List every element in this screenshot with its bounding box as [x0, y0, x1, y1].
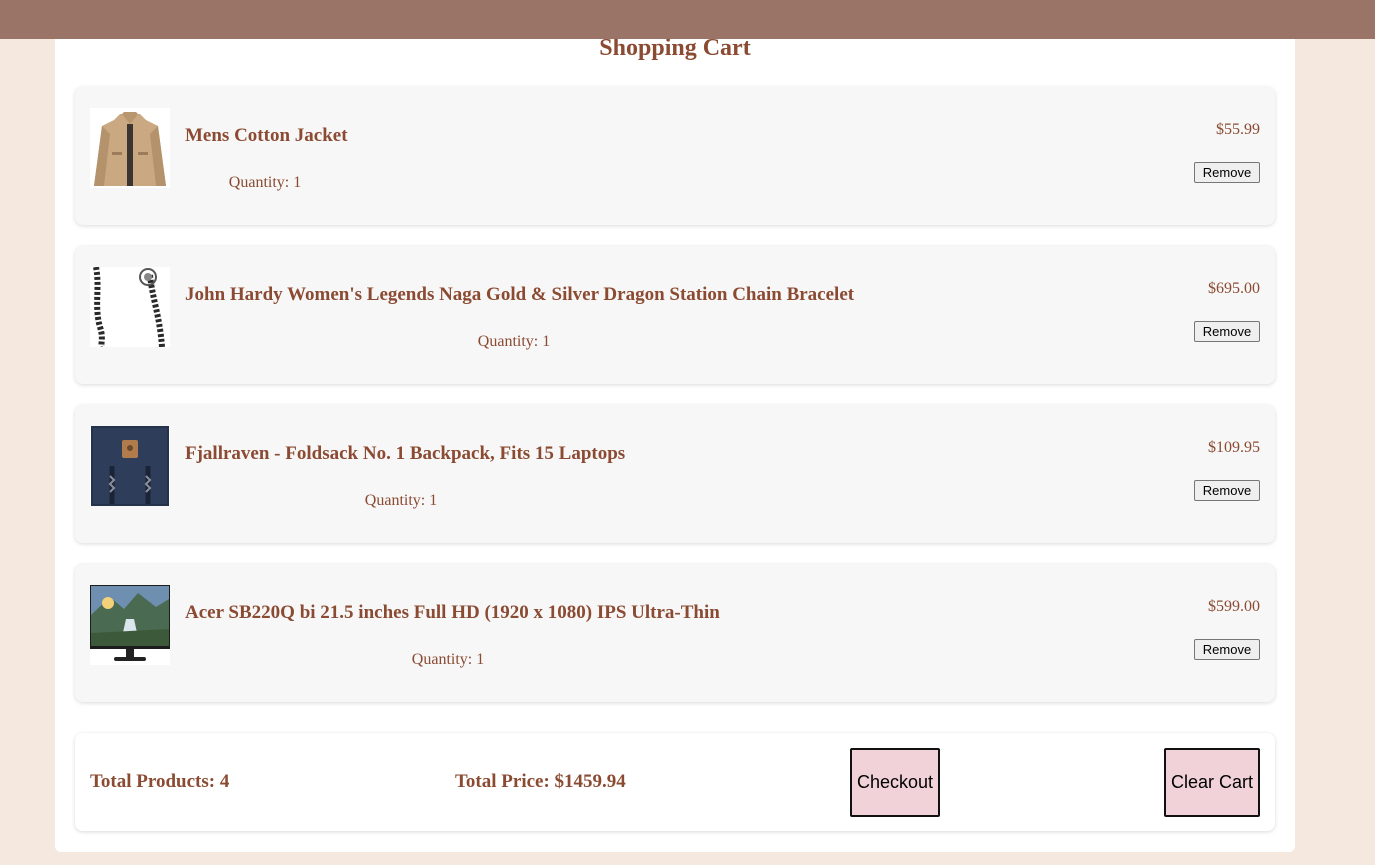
monitor-image	[90, 585, 170, 665]
item-price: $695.00	[1208, 280, 1260, 297]
backpack-image	[90, 426, 170, 506]
total-price: Total Price: $1459.94	[455, 771, 626, 792]
item-price: $599.00	[1208, 598, 1260, 615]
cart-item: Acer SB220Q bi 21.5 inches Full HD (1920…	[75, 564, 1275, 702]
remove-button[interactable]: Remove	[1194, 639, 1260, 660]
product-name: John Hardy Women's Legends Naga Gold & S…	[185, 284, 855, 305]
cart-item: Mens Cotton Jacket Quantity: 1 $55.99 Re…	[75, 87, 1275, 225]
top-header-bar	[0, 0, 1375, 39]
remove-button[interactable]: Remove	[1194, 321, 1260, 342]
item-price: $55.99	[1216, 121, 1260, 138]
cart-item: John Hardy Women's Legends Naga Gold & S…	[75, 246, 1275, 384]
product-name: Fjallraven - Foldsack No. 1 Backpack, Fi…	[185, 443, 626, 464]
remove-button[interactable]: Remove	[1194, 162, 1260, 183]
cart-summary: Total Products: 4 Total Price: $1459.94 …	[75, 733, 1275, 831]
item-price: $109.95	[1208, 439, 1260, 456]
bracelet-image	[90, 267, 170, 347]
clear-cart-button[interactable]: Clear Cart	[1164, 748, 1260, 817]
quantity-text: Quantity: 1	[364, 492, 438, 509]
page-title: Shopping Cart	[599, 35, 751, 61]
quantity-text: Quantity: 1	[411, 651, 485, 668]
jacket-image	[90, 108, 170, 188]
quantity-text: Quantity: 1	[228, 174, 302, 191]
remove-button[interactable]: Remove	[1194, 480, 1260, 501]
product-name: Mens Cotton Jacket	[185, 125, 348, 146]
cart-container: Shopping Cart Mens Cotton Jacket Quantit…	[55, 20, 1295, 852]
product-name: Acer SB220Q bi 21.5 inches Full HD (1920…	[185, 602, 720, 623]
checkout-button[interactable]: Checkout	[850, 748, 940, 817]
total-products: Total Products: 4	[90, 771, 230, 792]
quantity-text: Quantity: 1	[477, 333, 551, 350]
cart-item: Fjallraven - Foldsack No. 1 Backpack, Fi…	[75, 405, 1275, 543]
